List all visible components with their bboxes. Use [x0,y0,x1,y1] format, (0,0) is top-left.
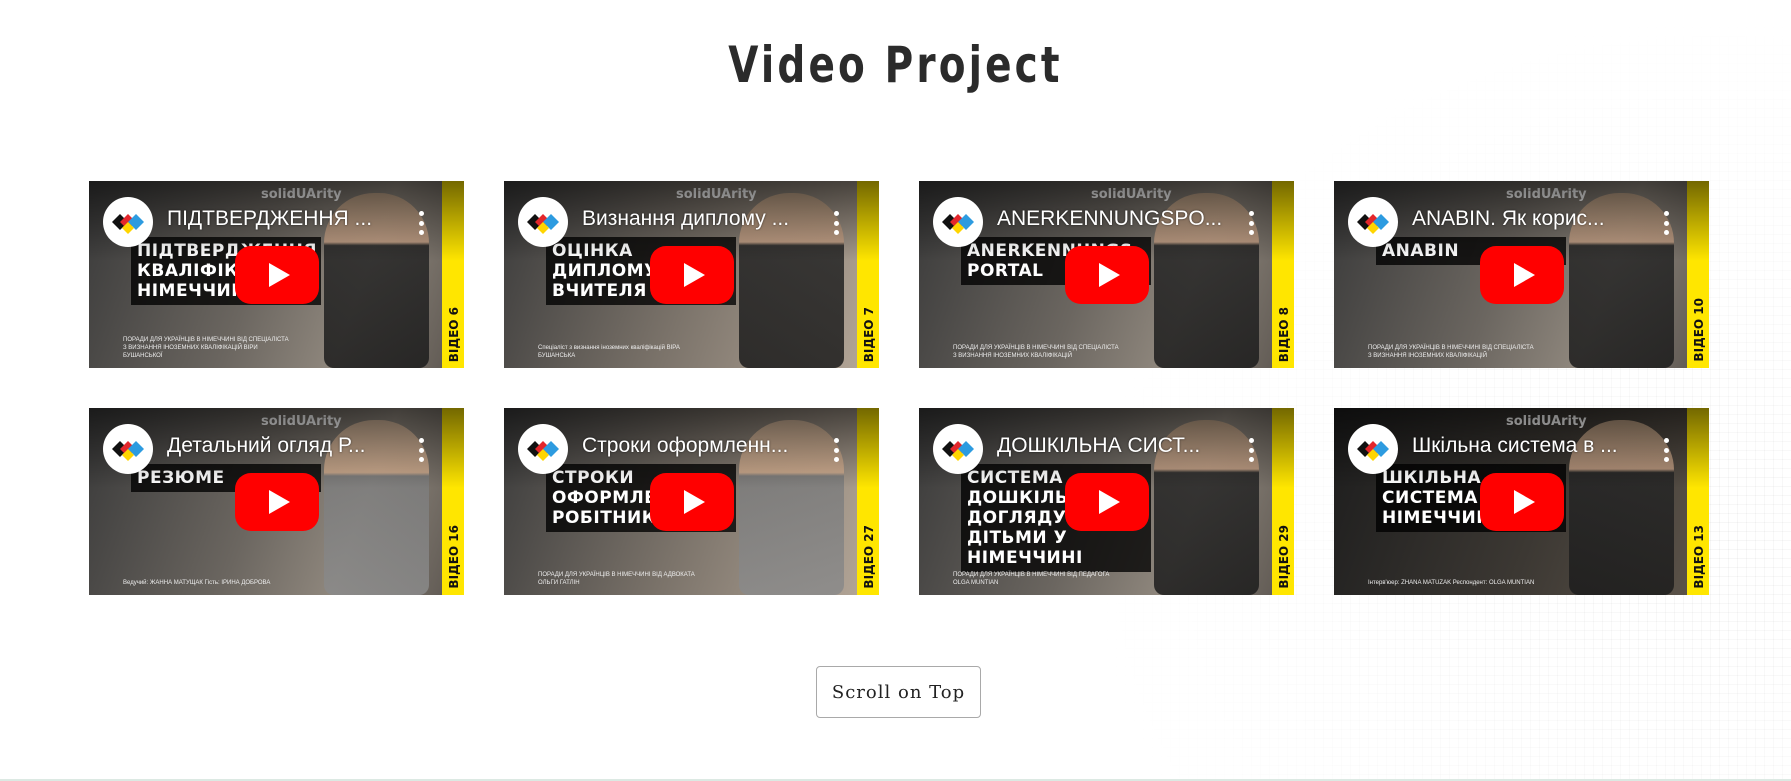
episode-label: ВІДЕО 16 [447,525,461,589]
channel-avatar[interactable] [103,197,153,247]
channel-avatar[interactable] [518,424,568,474]
page-title: Video Project [728,36,1063,94]
video-embed-6[interactable]: Строки оформлення робітника ПОРАДИ ДЛЯ У… [504,408,879,595]
video-embed-1[interactable]: solidUArity Підтвердження кваліфікації у… [89,181,464,368]
episode-label: ВІДЕО 8 [1277,306,1291,362]
play-button[interactable] [1479,472,1564,531]
channel-avatar[interactable] [1348,424,1398,474]
solidarity-logo-icon [112,214,144,234]
more-options-icon[interactable] [416,438,426,462]
episode-label: ВІДЕО 10 [1692,298,1706,362]
channel-avatar[interactable] [933,424,983,474]
video-title[interactable]: ПІДТВЕРДЖЕННЯ ... [167,207,399,231]
more-options-icon[interactable] [1246,438,1256,462]
solidarity-logo-icon [1357,441,1389,461]
channel-avatar[interactable] [1348,197,1398,247]
thumbnail-footnote: ПОРАДИ ДЛЯ УКРАЇНЦІВ В НІМЕЧЧИНІ ВІД АДВ… [538,572,695,586]
thumbnail-footnote: Ведучий: ЖАННА МАТУЩАК Гість: ІРИНА ДОБР… [123,580,271,586]
thumbnail-footnote: ПОРАДИ ДЛЯ УКРАЇНЦІВ В НІМЕЧЧИНІ ВІД СПЕ… [123,337,289,359]
episode-label: ВІДЕО 7 [862,306,876,362]
video-embed-8[interactable]: solidUArity Шкільна система в Німеччині … [1334,408,1709,595]
play-icon [1098,262,1120,287]
thumbnail-footnote: Інтерв'юер: ZHANA MATUZAK Респондент: OL… [1368,580,1535,586]
video-grid: solidUArity Підтвердження кваліфікації у… [89,181,1709,595]
video-title[interactable]: Визнання диплому ... [582,207,814,231]
play-icon [683,262,705,287]
play-button[interactable] [1064,245,1149,304]
thumbnail-footnote: ПОРАДИ ДЛЯ УКРАЇНЦІВ В НІМЕЧЧИНІ ВІД СПЕ… [953,345,1119,359]
video-title[interactable]: Строки оформленн... [582,434,814,458]
video-title[interactable]: ДОШКІЛЬНА СИСТ... [997,434,1229,458]
video-embed-4[interactable]: solidUArity ANABIN ПОРАДИ ДЛЯ УКРАЇНЦІВ … [1334,181,1709,368]
play-button[interactable] [649,472,734,531]
video-title[interactable]: ANABIN. Як корис... [1412,207,1644,231]
play-button[interactable] [1479,245,1564,304]
video-embed-2[interactable]: solidUArity Оцінка диплому вчителя Спеці… [504,181,879,368]
play-icon [268,489,290,514]
thumbnail-footnote: ПОРАДИ ДЛЯ УКРАЇНЦІВ В НІМЕЧЧИНІ ВІД СПЕ… [1368,345,1534,359]
play-icon [1513,489,1535,514]
more-options-icon[interactable] [831,438,841,462]
more-options-icon[interactable] [1246,211,1256,235]
channel-avatar[interactable] [518,197,568,247]
more-options-icon[interactable] [1661,438,1671,462]
video-title[interactable]: ANERKENNUNGSPO... [997,207,1229,231]
episode-label: ВІДЕО 13 [1692,525,1706,589]
thumbnail-footnote: ПОРАДИ ДЛЯ УКРАЇНЦІВ В НІМЕЧЧИНІ ВІД ПЕД… [953,572,1110,586]
more-options-icon[interactable] [416,211,426,235]
play-button[interactable] [234,472,319,531]
channel-avatar[interactable] [933,197,983,247]
episode-label: ВІДЕО 6 [447,306,461,362]
more-options-icon[interactable] [1661,211,1671,235]
solidarity-logo-icon [942,441,974,461]
solidarity-logo-icon [1357,214,1389,234]
play-icon [1098,489,1120,514]
solidarity-logo-icon [942,214,974,234]
episode-label: ВІДЕО 27 [862,525,876,589]
video-embed-7[interactable]: Система дошкільного догляду за дітьми у … [919,408,1294,595]
channel-avatar[interactable] [103,424,153,474]
play-icon [1513,262,1535,287]
video-embed-3[interactable]: solidUArity Anerkennungs Portal ПОРАДИ Д… [919,181,1294,368]
video-title[interactable]: Шкільна система в ... [1412,434,1644,458]
more-options-icon[interactable] [831,211,841,235]
play-button[interactable] [234,245,319,304]
video-embed-5[interactable]: solidUArity Резюме Ведучий: ЖАННА МАТУЩА… [89,408,464,595]
play-icon [683,489,705,514]
play-icon [268,262,290,287]
video-title[interactable]: Детальний огляд Р... [167,434,399,458]
episode-label: ВІДЕО 29 [1277,525,1291,589]
play-button[interactable] [649,245,734,304]
solidarity-logo-icon [112,441,144,461]
play-button[interactable] [1064,472,1149,531]
solidarity-logo-icon [527,441,559,461]
solidarity-logo-icon [527,214,559,234]
scroll-to-top-button[interactable]: Scroll on Top [816,666,981,718]
thumbnail-footnote: Спеціаліст з визнання іноземних кваліфік… [538,345,680,359]
